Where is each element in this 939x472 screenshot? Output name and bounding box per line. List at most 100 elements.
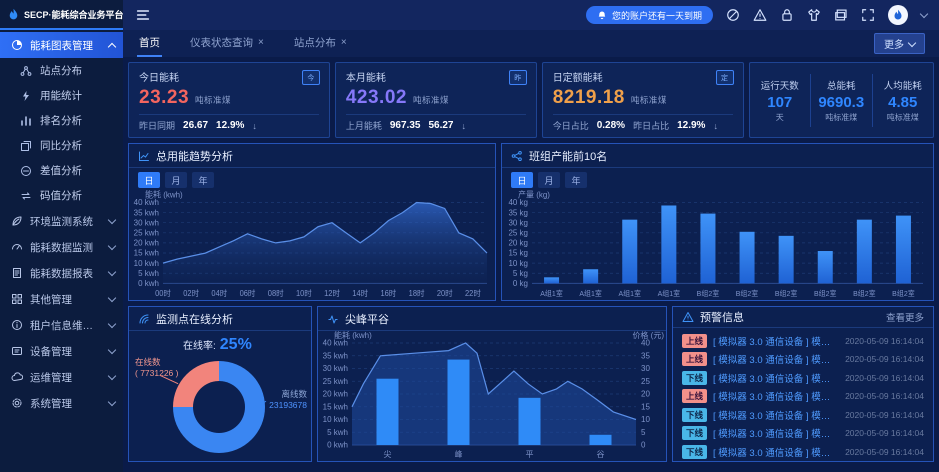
- period-tab-年[interactable]: 年: [565, 172, 587, 188]
- sidebar-item-device-mgmt[interactable]: 设备管理: [0, 338, 123, 364]
- sidebar-item-env-monitor[interactable]: 环境监测系统: [0, 208, 123, 234]
- bar[interactable]: [896, 216, 911, 284]
- bar[interactable]: [544, 277, 559, 283]
- sidebar-item-code[interactable]: 码值分析: [0, 183, 123, 208]
- site-icon: [20, 65, 32, 77]
- alerts-panel: 预警信息 查看更多 上线 [ 模拟器 3.0 通信设备 ] 模拟器 3.0...…: [672, 306, 934, 462]
- tab-site-dist[interactable]: 站点分布×: [292, 30, 349, 57]
- bar[interactable]: [857, 220, 872, 284]
- status-badge: 下线: [682, 445, 707, 459]
- fullscreen-icon[interactable]: [861, 8, 875, 22]
- sidebar-item-energy-report[interactable]: 能耗数据报表: [0, 260, 123, 286]
- ranking-icon: [20, 115, 32, 127]
- stat-总能耗: 总能耗9690.3吨标准煤: [810, 74, 871, 127]
- period-tab-月[interactable]: 月: [538, 172, 560, 188]
- bar[interactable]: [583, 269, 598, 283]
- chevron-down-icon: [108, 397, 116, 405]
- sidebar-item-label: 运维管理: [30, 370, 102, 385]
- kpi-footer-label: 昨日占比: [633, 119, 669, 132]
- avatar[interactable]: [888, 5, 908, 25]
- sidebar-nav: 能耗图表管理站点分布用能统计排名分析同比分析差值分析码值分析环境监测系统能耗数据…: [0, 30, 123, 472]
- bar[interactable]: [661, 205, 676, 283]
- sidebar-item-other-mgmt[interactable]: 其他管理: [0, 286, 123, 312]
- sidebar-item-yoy[interactable]: 同比分析: [0, 133, 123, 158]
- tab-label: 仪表状态查询: [190, 35, 253, 50]
- loop-icon: [20, 190, 32, 202]
- period-tab-日[interactable]: 日: [138, 172, 160, 188]
- svg-text:30 kg: 30 kg: [508, 218, 528, 227]
- bell-icon: [597, 10, 607, 20]
- bar[interactable]: [700, 214, 715, 284]
- svg-text:25 kwh: 25 kwh: [134, 228, 159, 237]
- svg-text:A组1室: A组1室: [579, 289, 602, 298]
- period-tab-年[interactable]: 年: [192, 172, 214, 188]
- period-tab-日[interactable]: 日: [511, 172, 533, 188]
- svg-text:B组2室: B组2室: [853, 289, 876, 298]
- alert-text: [ 模拟器 3.0 通信设备 ] 模拟器 3.0...: [713, 371, 839, 385]
- tab-home[interactable]: 首页: [137, 30, 162, 57]
- svg-text:5: 5: [641, 428, 646, 437]
- sidebar-item-site-dist[interactable]: 站点分布: [0, 58, 123, 83]
- chevron-down-icon[interactable]: [920, 9, 928, 17]
- app-logo[interactable]: SECP·能耗综合业务平台: [0, 0, 123, 30]
- svg-text:5 kwh: 5 kwh: [327, 428, 348, 437]
- period-tab-月[interactable]: 月: [165, 172, 187, 188]
- view-more-link[interactable]: 查看更多: [886, 310, 924, 324]
- chevron-down-icon: [108, 267, 116, 275]
- alert-row[interactable]: 下线 [ 模拟器 3.0 通信设备 ] 模拟器 3.0... 2020-05-0…: [682, 406, 924, 425]
- calendar-icon: 定: [716, 70, 734, 85]
- sidebar-item-system-mgmt[interactable]: 系统管理: [0, 390, 123, 416]
- tshirt-icon[interactable]: [807, 8, 821, 22]
- svg-text:30: 30: [641, 364, 650, 373]
- sidebar-item-ops-mgmt[interactable]: 运维管理: [0, 364, 123, 390]
- close-icon[interactable]: ×: [258, 37, 264, 48]
- bar[interactable]: [740, 232, 755, 284]
- bar[interactable]: [590, 435, 612, 445]
- alert-row[interactable]: 下线 [ 模拟器 3.0 通信设备 ] 模拟器 3.0... 2020-05-0…: [682, 369, 924, 388]
- trend-chart-svg: 0 kwh5 kwh10 kwh15 kwh20 kwh25 kwh30 kwh…: [129, 190, 495, 300]
- bar[interactable]: [448, 360, 470, 445]
- bar[interactable]: [377, 379, 399, 445]
- svg-text:12时: 12时: [324, 288, 340, 298]
- alert-row[interactable]: 下线 [ 模拟器 3.0 通信设备 ] 模拟器 3.0... 2020-05-0…: [682, 424, 924, 443]
- sidebar-item-tenant-mgmt[interactable]: 租户信息维护管理: [0, 312, 123, 338]
- tab-meter-status[interactable]: 仪表状态查询 ×: [188, 30, 266, 57]
- kpi-footer: 今日占比0.28%昨日占比12.9%↓: [553, 114, 733, 132]
- sidebar-item-label: 系统管理: [30, 396, 102, 411]
- bar[interactable]: [622, 220, 637, 284]
- cloud-icon: [11, 371, 23, 383]
- collapse-menu-icon[interactable]: [135, 7, 151, 23]
- more-button[interactable]: 更多: [874, 33, 925, 54]
- bar[interactable]: [779, 236, 794, 284]
- bar[interactable]: [519, 398, 541, 445]
- gallery-icon[interactable]: [834, 8, 848, 22]
- close-icon[interactable]: ×: [341, 37, 347, 48]
- alert-row[interactable]: 下线 [ 模拟器 3.0 通信设备 ] 模拟器 3.0... 2020-05-0…: [682, 443, 924, 462]
- lock-icon[interactable]: [780, 8, 794, 22]
- bar[interactable]: [818, 251, 833, 283]
- sidebar-item-diff[interactable]: 差值分析: [0, 158, 123, 183]
- sidebar-item-label: 差值分析: [40, 163, 82, 178]
- warning-icon: [682, 311, 694, 323]
- panel-title: 尖峰平谷: [345, 311, 389, 327]
- sidebar-item-energy-stats[interactable]: 用能统计: [0, 83, 123, 108]
- stat-人均能耗: 人均能耗4.85吨标准煤: [872, 74, 933, 127]
- alert-row[interactable]: 上线 [ 模拟器 3.0 通信设备 ] 模拟器 3.0... 2020-05-0…: [682, 387, 924, 406]
- kpi-title: 本月能耗: [346, 69, 526, 84]
- svg-text:0: 0: [641, 441, 646, 450]
- notification-pill[interactable]: 您的账户还有一天到期: [586, 6, 713, 24]
- sidebar-item-energy-monitor[interactable]: 能耗数据监测: [0, 234, 123, 260]
- svg-text:02时: 02时: [183, 288, 199, 298]
- compare-icon: [20, 140, 32, 152]
- alert-time: 2020-05-09 16:14:04: [845, 373, 924, 383]
- alert-row[interactable]: 上线 [ 模拟器 3.0 通信设备 ] 模拟器 3.0... 2020-05-0…: [682, 350, 924, 369]
- sidebar-item-label: 其他管理: [30, 292, 102, 307]
- app-title: SECP·能耗综合业务平台: [24, 8, 124, 21]
- slash-circle-icon[interactable]: [726, 8, 740, 22]
- sidebar-item-ranking[interactable]: 排名分析: [0, 108, 123, 133]
- warning-icon[interactable]: [753, 8, 767, 22]
- sidebar-item-chart-mgmt[interactable]: 能耗图表管理: [0, 32, 123, 58]
- trend-chart: 0 kwh5 kwh10 kwh15 kwh20 kwh25 kwh30 kwh…: [129, 190, 495, 300]
- chevron-up-icon: [108, 42, 116, 50]
- alert-row[interactable]: 上线 [ 模拟器 3.0 通信设备 ] 模拟器 3.0... 2020-05-0…: [682, 332, 924, 351]
